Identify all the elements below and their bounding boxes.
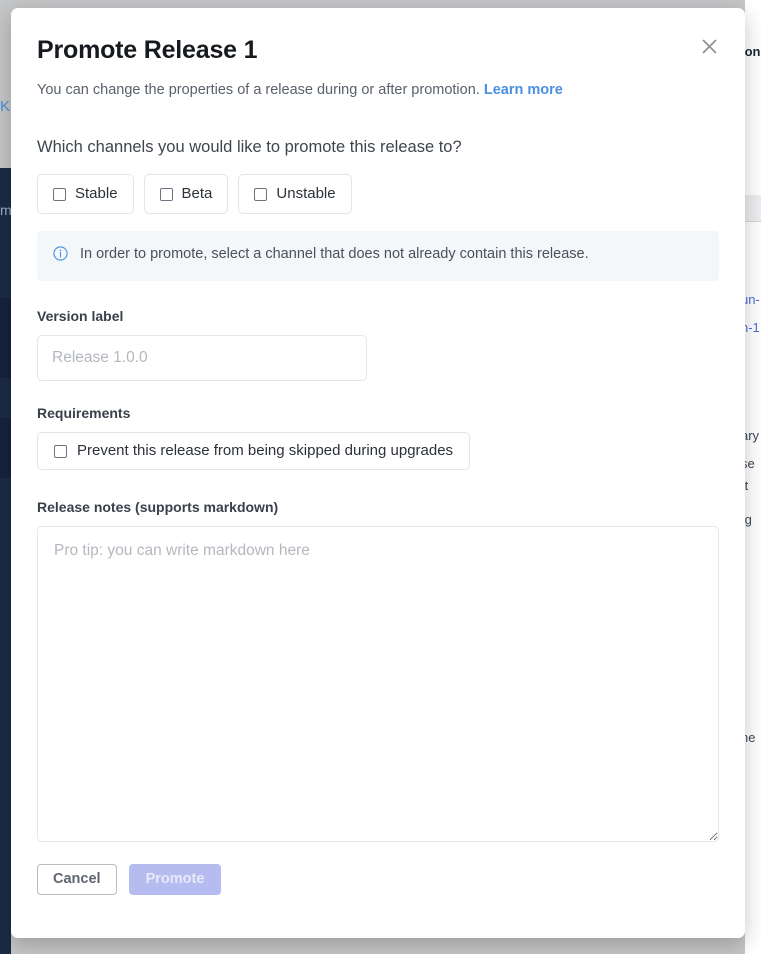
background-sidebar	[0, 168, 11, 954]
modal-header: Promote Release 1	[37, 8, 719, 65]
promote-button[interactable]: Promote	[128, 864, 222, 895]
cancel-button[interactable]: Cancel	[37, 864, 117, 895]
release-notes-field: Release notes (supports markdown)	[37, 498, 719, 842]
requirement-option-prevent-skip[interactable]: Prevent this release from being skipped …	[37, 432, 471, 470]
release-notes-textarea[interactable]	[37, 526, 719, 842]
background-text-fragment: ne	[745, 730, 756, 745]
page-title: Promote Release 1	[37, 36, 258, 64]
info-banner: In order to promote, select a channel th…	[37, 231, 719, 281]
learn-more-link[interactable]: Learn more	[484, 82, 563, 98]
background-text-fragment[interactable]: n-1	[745, 320, 760, 336]
channel-checkbox-stable[interactable]	[53, 187, 66, 201]
version-label-field: Version label	[37, 307, 719, 381]
background-text-fragment: se	[745, 456, 755, 471]
background-text-fragment: tt	[745, 478, 749, 493]
channel-option-stable[interactable]: Stable	[37, 174, 134, 214]
modal-subtitle-text: You can change the properties of a relea…	[37, 82, 480, 98]
promote-release-modal: Promote Release 1 You can change the pro…	[11, 8, 745, 938]
background-right-panel: ion un-n-1 ary se tt/g ne	[745, 0, 761, 954]
background-text-fragment: ary	[745, 428, 760, 443]
channel-checkbox-beta[interactable]	[159, 187, 173, 201]
channel-label-beta: Beta	[181, 185, 213, 202]
background-divider	[745, 221, 761, 222]
close-button[interactable]	[695, 32, 723, 60]
info-banner-text: In order to promote, select a channel th…	[80, 246, 589, 262]
channel-options-list: Stable Beta Unstable	[37, 174, 719, 214]
modal-footer: Cancel Promote	[37, 864, 719, 895]
info-circle-icon	[53, 246, 68, 266]
close-icon	[701, 38, 718, 55]
version-label-caption: Version label	[37, 308, 124, 324]
background-text-fragment: ion	[745, 44, 761, 59]
requirements-caption: Requirements	[37, 405, 131, 421]
channel-option-beta[interactable]: Beta	[143, 174, 229, 214]
requirement-checkbox-prevent-skip[interactable]	[54, 444, 67, 458]
channel-checkbox-unstable[interactable]	[254, 187, 268, 201]
release-notes-caption: Release notes (supports markdown)	[37, 499, 279, 515]
modal-subtitle: You can change the properties of a relea…	[37, 80, 719, 100]
background-table-header-band	[745, 195, 761, 221]
requirement-label-prevent-skip: Prevent this release from being skipped …	[77, 442, 454, 459]
requirements-field: Requirements Prevent this release from b…	[37, 404, 719, 470]
version-label-input[interactable]	[37, 335, 367, 381]
background-text-fragment: /g	[745, 512, 752, 527]
channel-label-unstable: Unstable	[276, 185, 336, 202]
channel-question-label: Which channels you would like to promote…	[37, 138, 462, 156]
channel-option-unstable[interactable]: Unstable	[238, 174, 352, 214]
background-text-fragment[interactable]: un-	[745, 292, 760, 308]
channel-label-stable: Stable	[75, 185, 118, 202]
